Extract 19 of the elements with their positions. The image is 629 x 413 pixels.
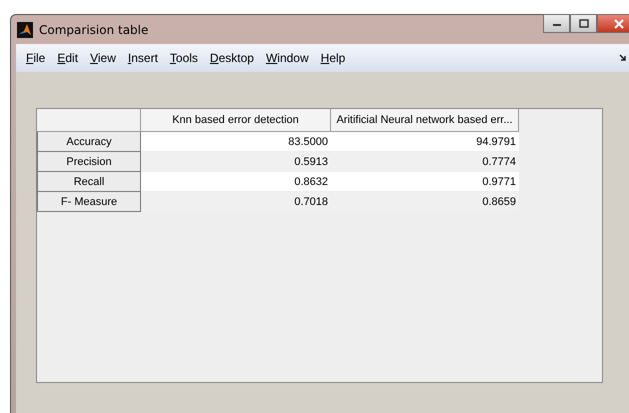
menu-item[interactable]: Insert [122,51,164,65]
row-header[interactable]: Accuracy [37,132,141,152]
column-header[interactable]: Knn based error detection [141,109,331,132]
menu-item[interactable]: File [20,51,52,65]
row-header[interactable]: Recall [37,172,141,192]
menu-item[interactable]: Desktop [204,51,260,65]
menu-item[interactable]: View [84,51,122,65]
menu-item[interactable]: Tools [164,51,204,65]
menu-item[interactable]: Help [314,51,352,65]
table-cell: 0.9771 [331,172,519,191]
row-header[interactable]: Precision [37,152,141,172]
table-cell: 0.8632 [141,172,331,191]
window-title: Comparision table [39,22,148,36]
table-cell: 94.9791 [331,132,519,151]
table-cell: 83.5000 [141,132,331,151]
menu-item[interactable]: Window [260,51,315,65]
row-header[interactable]: F- Measure [37,192,141,212]
column-header[interactable]: Aritificial Neural network based err... [331,109,519,132]
menu-item[interactable]: Edit [51,51,84,65]
